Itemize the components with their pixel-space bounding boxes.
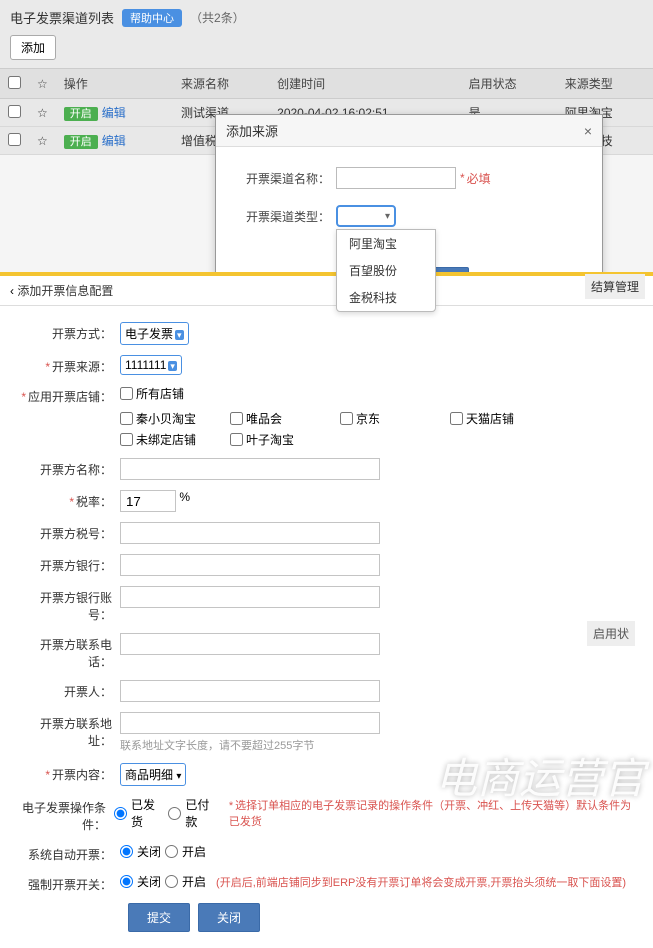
arrow-left-icon[interactable]: ‹ 添加开票信息配置 [10,282,113,299]
record-count: （共2条） [190,9,245,26]
channel-type-select[interactable]: ▾ [336,205,396,227]
content-select[interactable]: 商品明细 ▾ [120,763,186,786]
col-status: 启用状态 [461,69,557,99]
shop-label: 叶子淘宝 [246,431,294,448]
invoice-source-label: *开票来源： [20,355,120,375]
auto-invoice-on-radio[interactable] [165,845,178,858]
channel-name-input[interactable] [336,167,456,189]
shop-label: 京东 [356,410,380,427]
shop-checkbox[interactable] [230,433,243,446]
issuer-label: 开票人： [20,680,120,700]
corner-nav-label: 结算管理 [585,274,645,299]
force-invoice-on-radio[interactable] [165,875,178,888]
address-label: 开票方联系地址： [20,712,120,749]
address-input[interactable] [120,712,380,734]
col-operation: 操作 [56,69,173,99]
col-created-time: 创建时间 [269,69,460,99]
auto-invoice-label: 系统自动开票： [20,843,120,863]
col-source-name: 来源名称 [173,69,269,99]
side-status-label: 启用状 [587,621,635,646]
condition-note: *选择订单相应的电子发票记录的操作条件（开票、冲红、上传天猫等）默认条件为已发货 [229,797,633,829]
bank-account-label: 开票方银行账号： [20,586,120,623]
payer-name-input[interactable] [120,458,380,480]
shop-checkbox[interactable] [340,412,353,425]
shop-checkbox[interactable] [120,433,133,446]
edit-link[interactable]: 编辑 [102,106,126,120]
shop-label: 唯品会 [246,410,282,427]
shop-label: 天猫店铺 [466,410,514,427]
close-button[interactable]: 关闭 [198,903,260,932]
submit-button[interactable]: 提交 [128,903,190,932]
shop-label: 未绑定店铺 [136,431,196,448]
radio-label: 开启 [182,873,206,890]
force-invoice-off-radio[interactable] [120,875,133,888]
channel-name-label: 开票渠道名称： [246,170,336,187]
radio-label: 已付款 [185,796,218,830]
star-col: ☆ [29,69,56,99]
shop-label: 所有店铺 [136,385,184,402]
issuer-input[interactable] [120,680,380,702]
close-icon[interactable]: × [584,123,592,139]
required-text: 必填 [467,170,491,187]
enable-badge[interactable]: 开启 [64,107,98,121]
edit-link[interactable]: 编辑 [102,134,126,148]
bank-input[interactable] [120,554,380,576]
phone-label: 开票方联系电话： [20,633,120,670]
content-label: *开票内容： [20,763,120,783]
row-star[interactable]: ☆ [29,127,56,155]
radio-label: 关闭 [137,843,161,860]
row-checkbox[interactable] [8,133,21,146]
force-invoice-label: 强制开票开关： [20,873,120,893]
invoice-source-select[interactable]: 1111111▾ [120,355,182,375]
percent-sign: % [179,490,190,504]
shop-label: 秦小贝淘宝 [136,410,196,427]
bank-account-input[interactable] [120,586,380,608]
help-center-badge[interactable]: 帮助中心 [122,9,182,27]
tax-rate-label: *税率： [20,490,120,510]
row-checkbox[interactable] [8,105,21,118]
shop-checkbox[interactable] [230,412,243,425]
required-star: * [460,171,465,185]
tax-id-input[interactable] [120,522,380,544]
tax-id-label: 开票方税号： [20,522,120,542]
address-hint: 联系地址文字长度，请不要超过255字节 [120,737,380,753]
dropdown-option[interactable]: 百望股份 [337,257,435,284]
payer-name-label: 开票方名称： [20,458,120,478]
channel-type-dropdown: 阿里淘宝 百望股份 金税科技 [336,229,436,312]
radio-label: 关闭 [137,873,161,890]
bank-label: 开票方银行： [20,554,120,574]
invoice-method-select[interactable]: 电子发票▾ [120,322,189,345]
channel-type-label: 开票渠道类型： [246,208,336,225]
shop-checkbox[interactable] [450,412,463,425]
radio-label: 开启 [182,843,206,860]
add-button[interactable]: 添加 [10,35,56,60]
force-invoice-note: (开启后,前端店铺同步到ERP没有开票订单将会变成开票,开票抬头须统一取下面设置… [216,874,626,890]
radio-label: 已发货 [131,796,164,830]
invoice-method-label: 开票方式： [20,322,120,342]
enable-badge[interactable]: 开启 [64,135,98,149]
apply-shop-label: *应用开票店铺： [20,385,120,405]
auto-invoice-off-radio[interactable] [120,845,133,858]
page-title: 电子发票渠道列表 [10,8,114,27]
shop-checkbox[interactable] [120,387,133,400]
phone-input[interactable] [120,633,380,655]
modal-title: 添加来源 [226,121,278,140]
config-panel-title: 添加开票信息配置 [17,284,113,298]
select-all-checkbox[interactable] [8,76,21,89]
dropdown-option[interactable]: 金税科技 [337,284,435,311]
tax-rate-input[interactable] [120,490,176,512]
col-source-type: 来源类型 [557,69,653,99]
shop-checkbox[interactable] [120,412,133,425]
row-star[interactable]: ☆ [29,99,56,127]
op-condition-label: 电子发票操作条件： [20,796,114,833]
dropdown-option[interactable]: 阿里淘宝 [337,230,435,257]
